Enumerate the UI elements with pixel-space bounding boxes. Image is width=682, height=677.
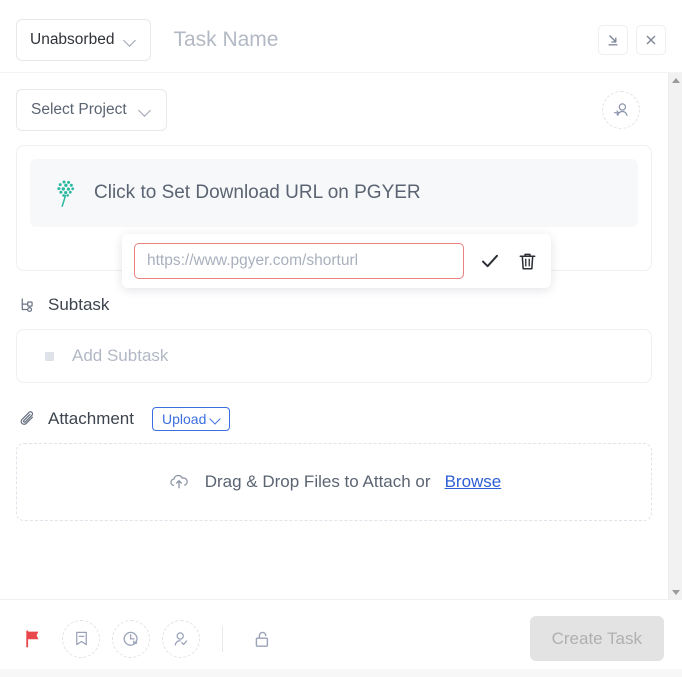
add-subtask-row[interactable]: Add Subtask [16,329,652,383]
create-task-modal: Unabsorbed Sel [0,0,682,677]
window-bottom-edge [0,669,682,677]
scroll-up-button[interactable] [669,73,682,87]
pgyer-banner-text: Click to Set Download URL on PGYER [94,182,421,204]
upload-button[interactable]: Upload [152,407,230,431]
upload-button-label: Upload [162,411,206,427]
pgyer-integration-card: Click to Set Download URL on PGYER [16,145,652,271]
modal-body-scroll-area: Select Project [0,72,682,599]
tag-button[interactable] [62,620,100,658]
status-dropdown-label: Unabsorbed [30,31,114,49]
add-assignee-button[interactable] [602,91,640,129]
project-row: Select Project [16,73,652,145]
vertical-scrollbar[interactable] [668,73,682,599]
add-assignee-icon [611,100,631,120]
chevron-down-icon [124,34,137,47]
chevron-down-icon [139,104,152,117]
time-estimate-clock-icon [121,629,141,649]
assign-person-check-icon [171,629,191,649]
attachment-section-label: Attachment Upload [18,407,652,431]
chevron-down-icon [210,413,222,425]
assign-person-button[interactable] [162,620,200,658]
subtask-checkbox-icon [45,352,54,361]
task-name-input[interactable] [173,19,588,61]
cloud-upload-icon [167,470,191,494]
attachment-label: Attachment [48,409,134,429]
priority-flag-icon [22,627,44,651]
file-dropzone[interactable]: Drag & Drop Files to Attach or Browse [16,443,652,521]
create-task-button[interactable]: Create Task [530,616,664,661]
scroll-down-arrow-icon [672,590,680,595]
project-dropdown-label: Select Project [31,101,127,119]
trash-icon [516,250,539,273]
unlocked-padlock-icon [251,628,273,650]
delete-url-button[interactable] [516,250,539,273]
time-estimate-button[interactable] [112,620,150,658]
modal-footer: Create Task [0,599,682,677]
scroll-up-arrow-icon [672,78,680,83]
pgyer-url-popover [122,234,551,288]
dropzone-text: Drag & Drop Files to Attach or [205,472,431,492]
pgyer-url-input[interactable] [134,243,464,279]
pgyer-dandelion-icon [54,178,80,208]
header-buttons [598,25,666,55]
footer-divider [222,626,223,652]
add-subtask-placeholder: Add Subtask [72,346,168,366]
pgyer-set-url-banner[interactable]: Click to Set Download URL on PGYER [30,159,638,227]
status-dropdown[interactable]: Unabsorbed [16,19,151,61]
modal-body: Select Project [0,73,668,599]
subtask-section-label: Subtask [18,295,652,315]
tag-bookmark-icon [72,629,91,648]
subtask-label: Subtask [48,295,109,315]
project-dropdown[interactable]: Select Project [16,89,167,131]
minimize-button[interactable] [598,25,628,55]
privacy-lock-button[interactable] [245,622,279,656]
close-button[interactable] [636,25,666,55]
close-icon [643,32,659,48]
priority-flag-button[interactable] [16,622,50,656]
confirm-url-button[interactable] [478,249,502,273]
paperclip-icon [18,409,38,429]
check-icon [478,249,502,273]
browse-link[interactable]: Browse [445,472,502,492]
modal-header: Unabsorbed [0,0,682,72]
scroll-down-button[interactable] [669,585,682,599]
arrow-down-right-to-line-icon [605,32,621,48]
footer-icon-group [16,620,279,658]
hierarchy-icon [18,296,37,315]
